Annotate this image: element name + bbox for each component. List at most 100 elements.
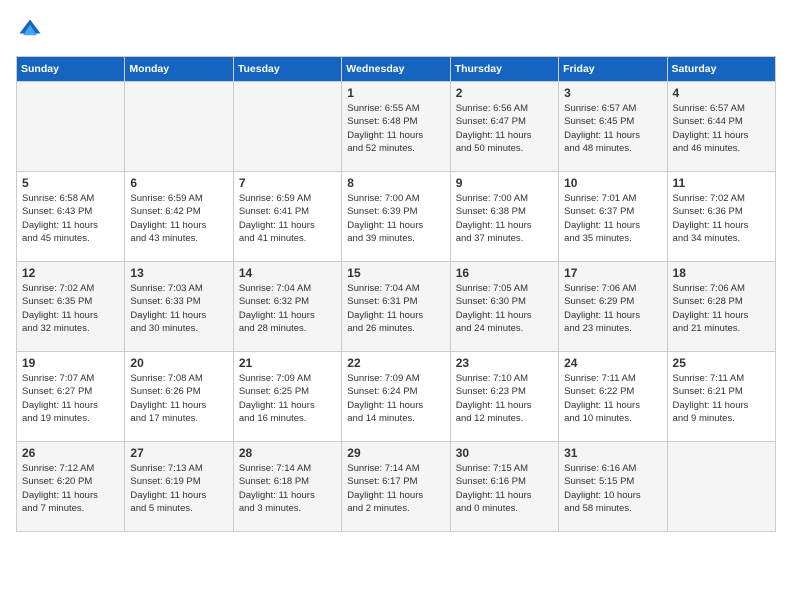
calendar-cell: 29 Sunrise: 7:14 AM Sunset: 6:17 PM Dayli… [342, 442, 450, 532]
day-number: 9 [456, 176, 553, 190]
calendar-cell: 22 Sunrise: 7:09 AM Sunset: 6:24 PM Dayli… [342, 352, 450, 442]
day-number: 30 [456, 446, 553, 460]
day-info: Sunrise: 7:02 AM Sunset: 6:35 PM Dayligh… [22, 282, 119, 335]
day-info: Sunrise: 7:10 AM Sunset: 6:23 PM Dayligh… [456, 372, 553, 425]
calendar-cell: 27Sunrise: 7:13 AM Sunset: 6:19 PM Dayli… [125, 442, 233, 532]
calendar-cell: 1Sunrise: 6:55 AM Sunset: 6:48 PM Daylig… [342, 82, 450, 172]
calendar-cell: 15 Sunrise: 7:04 AM Sunset: 6:31 PM Dayli… [342, 262, 450, 352]
day-info: Sunrise: 7:14 AM Sunset: 6:17 PM Dayligh… [347, 462, 444, 515]
calendar-cell: 7 Sunrise: 6:59 AM Sunset: 6:41 PM Daylig… [233, 172, 341, 262]
day-number: 10 [564, 176, 661, 190]
calendar-cell: 30 Sunrise: 7:15 AM Sunset: 6:16 PM Dayli… [450, 442, 558, 532]
day-number: 24 [564, 356, 661, 370]
day-info: Sunrise: 6:58 AM Sunset: 6:43 PM Dayligh… [22, 192, 119, 245]
day-number: 21 [239, 356, 336, 370]
calendar-cell [17, 82, 125, 172]
day-info: Sunrise: 7:15 AM Sunset: 6:16 PM Dayligh… [456, 462, 553, 515]
day-info: Sunrise: 7:06 AM Sunset: 6:29 PM Dayligh… [564, 282, 661, 335]
day-header-saturday: Saturday [667, 57, 775, 82]
day-number: 4 [673, 86, 770, 100]
day-number: 3 [564, 86, 661, 100]
day-number: 15 [347, 266, 444, 280]
day-info: Sunrise: 7:13 AM Sunset: 6:19 PM Dayligh… [130, 462, 227, 515]
day-number: 6 [130, 176, 227, 190]
day-number: 25 [673, 356, 770, 370]
calendar-cell: 11 Sunrise: 7:02 AM Sunset: 6:36 PM Dayli… [667, 172, 775, 262]
calendar-cell: 14 Sunrise: 7:04 AM Sunset: 6:32 PM Dayli… [233, 262, 341, 352]
calendar-cell: 31 Sunrise: 6:16 AM Sunset: 5:15 PM Dayli… [559, 442, 667, 532]
calendar-cell: 8 Sunrise: 7:00 AM Sunset: 6:39 PM Daylig… [342, 172, 450, 262]
day-info: Sunrise: 7:04 AM Sunset: 6:32 PM Dayligh… [239, 282, 336, 335]
day-info: Sunrise: 7:09 AM Sunset: 6:24 PM Dayligh… [347, 372, 444, 425]
calendar-cell: 17Sunrise: 7:06 AM Sunset: 6:29 PM Dayli… [559, 262, 667, 352]
day-info: Sunrise: 7:09 AM Sunset: 6:25 PM Dayligh… [239, 372, 336, 425]
calendar-cell: 23 Sunrise: 7:10 AM Sunset: 6:23 PM Dayli… [450, 352, 558, 442]
day-header-tuesday: Tuesday [233, 57, 341, 82]
day-info: Sunrise: 7:06 AM Sunset: 6:28 PM Dayligh… [673, 282, 770, 335]
day-number: 8 [347, 176, 444, 190]
logo [16, 16, 48, 44]
day-info: Sunrise: 7:04 AM Sunset: 6:31 PM Dayligh… [347, 282, 444, 335]
day-info: Sunrise: 7:00 AM Sunset: 6:39 PM Dayligh… [347, 192, 444, 245]
day-info: Sunrise: 7:11 AM Sunset: 6:21 PM Dayligh… [673, 372, 770, 425]
day-number: 31 [564, 446, 661, 460]
calendar-cell: 5Sunrise: 6:58 AM Sunset: 6:43 PM Daylig… [17, 172, 125, 262]
day-header-sunday: Sunday [17, 57, 125, 82]
calendar-cell: 9 Sunrise: 7:00 AM Sunset: 6:38 PM Daylig… [450, 172, 558, 262]
calendar-cell: 20 Sunrise: 7:08 AM Sunset: 6:26 PM Dayli… [125, 352, 233, 442]
day-number: 23 [456, 356, 553, 370]
calendar-week-row: 12 Sunrise: 7:02 AM Sunset: 6:35 PM Dayli… [17, 262, 776, 352]
calendar-cell: 26Sunrise: 7:12 AM Sunset: 6:20 PM Dayli… [17, 442, 125, 532]
day-number: 16 [456, 266, 553, 280]
day-info: Sunrise: 7:07 AM Sunset: 6:27 PM Dayligh… [22, 372, 119, 425]
day-number: 2 [456, 86, 553, 100]
day-number: 7 [239, 176, 336, 190]
day-info: Sunrise: 7:02 AM Sunset: 6:36 PM Dayligh… [673, 192, 770, 245]
calendar-cell: 10 Sunrise: 7:01 AM Sunset: 6:37 PM Dayli… [559, 172, 667, 262]
calendar-cell: 24 Sunrise: 7:11 AM Sunset: 6:22 PM Dayli… [559, 352, 667, 442]
logo-icon [16, 16, 44, 44]
calendar-cell: 21 Sunrise: 7:09 AM Sunset: 6:25 PM Dayli… [233, 352, 341, 442]
day-header-thursday: Thursday [450, 57, 558, 82]
calendar-cell: 4 Sunrise: 6:57 AM Sunset: 6:44 PM Daylig… [667, 82, 775, 172]
day-info: Sunrise: 6:59 AM Sunset: 6:42 PM Dayligh… [130, 192, 227, 245]
calendar-cell: 3 Sunrise: 6:57 AM Sunset: 6:45 PM Daylig… [559, 82, 667, 172]
calendar-cell: 18 Sunrise: 7:06 AM Sunset: 6:28 PM Dayli… [667, 262, 775, 352]
day-info: Sunrise: 7:05 AM Sunset: 6:30 PM Dayligh… [456, 282, 553, 335]
day-info: Sunrise: 6:16 AM Sunset: 5:15 PM Dayligh… [564, 462, 661, 515]
day-info: Sunrise: 7:08 AM Sunset: 6:26 PM Dayligh… [130, 372, 227, 425]
calendar-cell: 28 Sunrise: 7:14 AM Sunset: 6:18 PM Dayli… [233, 442, 341, 532]
day-number: 28 [239, 446, 336, 460]
day-info: Sunrise: 6:56 AM Sunset: 6:47 PM Dayligh… [456, 102, 553, 155]
day-number: 29 [347, 446, 444, 460]
calendar-week-row: 5Sunrise: 6:58 AM Sunset: 6:43 PM Daylig… [17, 172, 776, 262]
calendar-cell [233, 82, 341, 172]
calendar-cell [667, 442, 775, 532]
day-info: Sunrise: 6:57 AM Sunset: 6:44 PM Dayligh… [673, 102, 770, 155]
day-number: 22 [347, 356, 444, 370]
calendar-week-row: 19 Sunrise: 7:07 AM Sunset: 6:27 PM Dayli… [17, 352, 776, 442]
page-header [16, 16, 776, 44]
day-header-wednesday: Wednesday [342, 57, 450, 82]
day-info: Sunrise: 6:57 AM Sunset: 6:45 PM Dayligh… [564, 102, 661, 155]
day-info: Sunrise: 7:00 AM Sunset: 6:38 PM Dayligh… [456, 192, 553, 245]
day-info: Sunrise: 7:14 AM Sunset: 6:18 PM Dayligh… [239, 462, 336, 515]
day-number: 12 [22, 266, 119, 280]
day-info: Sunrise: 7:01 AM Sunset: 6:37 PM Dayligh… [564, 192, 661, 245]
day-number: 19 [22, 356, 119, 370]
day-number: 14 [239, 266, 336, 280]
calendar-cell: 16 Sunrise: 7:05 AM Sunset: 6:30 PM Dayli… [450, 262, 558, 352]
day-header-monday: Monday [125, 57, 233, 82]
calendar-week-row: 26Sunrise: 7:12 AM Sunset: 6:20 PM Dayli… [17, 442, 776, 532]
calendar-cell: 13Sunrise: 7:03 AM Sunset: 6:33 PM Dayli… [125, 262, 233, 352]
day-number: 13 [130, 266, 227, 280]
day-number: 18 [673, 266, 770, 280]
day-number: 20 [130, 356, 227, 370]
calendar-cell: 12 Sunrise: 7:02 AM Sunset: 6:35 PM Dayli… [17, 262, 125, 352]
calendar-cell: 19 Sunrise: 7:07 AM Sunset: 6:27 PM Dayli… [17, 352, 125, 442]
day-info: Sunrise: 7:11 AM Sunset: 6:22 PM Dayligh… [564, 372, 661, 425]
day-info: Sunrise: 6:59 AM Sunset: 6:41 PM Dayligh… [239, 192, 336, 245]
calendar-cell: 25 Sunrise: 7:11 AM Sunset: 6:21 PM Dayli… [667, 352, 775, 442]
calendar-table: SundayMondayTuesdayWednesdayThursdayFrid… [16, 56, 776, 532]
day-number: 11 [673, 176, 770, 190]
